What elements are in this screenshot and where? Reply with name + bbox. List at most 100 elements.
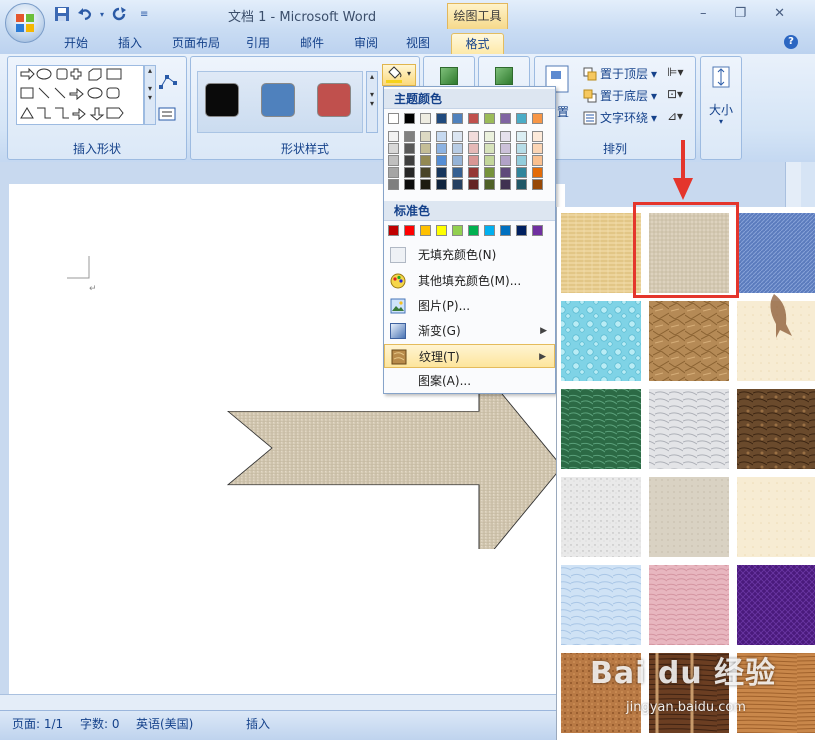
page-count[interactable]: 页面: 1/1	[12, 715, 63, 732]
theme-color-shade-swatch[interactable]	[516, 167, 527, 178]
theme-color-shade-swatch[interactable]	[388, 131, 399, 142]
theme-color-swatch[interactable]	[420, 113, 431, 124]
theme-color-shade-swatch[interactable]	[388, 155, 399, 166]
theme-color-shade-swatch[interactable]	[452, 131, 463, 142]
texture-water-droplets[interactable]	[561, 301, 641, 381]
theme-color-shade-swatch[interactable]	[468, 167, 479, 178]
texture-newsprint[interactable]	[649, 477, 729, 557]
tab-mailings[interactable]: 邮件	[292, 33, 332, 54]
theme-color-swatch[interactable]	[388, 113, 399, 124]
align-icon[interactable]: ⊫▾	[667, 65, 683, 79]
pattern-fill-item[interactable]: 图案(A)...	[384, 369, 555, 393]
standard-color-swatch[interactable]	[500, 225, 511, 236]
office-button[interactable]	[5, 3, 45, 43]
theme-color-shade-swatch[interactable]	[484, 131, 495, 142]
theme-color-swatch[interactable]	[500, 113, 511, 124]
shape-fill-button[interactable]: ▾	[382, 64, 416, 86]
bring-to-front-button[interactable]: 置于顶层 ▾	[583, 65, 657, 82]
theme-color-swatch[interactable]	[468, 113, 479, 124]
theme-color-shade-swatch[interactable]	[500, 179, 511, 190]
theme-color-shade-swatch[interactable]	[452, 155, 463, 166]
texture-pink-tissue[interactable]	[649, 565, 729, 645]
standard-color-swatch[interactable]	[388, 225, 399, 236]
customize-qat-icon[interactable]: ≡	[140, 9, 148, 20]
standard-color-swatch[interactable]	[452, 225, 463, 236]
tab-home[interactable]: 开始	[56, 33, 96, 54]
theme-color-shade-swatch[interactable]	[516, 179, 527, 190]
tab-view[interactable]: 视图	[398, 33, 438, 54]
theme-color-swatch[interactable]	[404, 113, 415, 124]
standard-color-swatch[interactable]	[532, 225, 543, 236]
theme-color-shade-swatch[interactable]	[388, 143, 399, 154]
group-icon[interactable]: ⊡▾	[667, 87, 683, 101]
save-icon[interactable]	[54, 6, 70, 22]
theme-color-shade-swatch[interactable]	[452, 179, 463, 190]
redo-icon[interactable]	[111, 6, 127, 22]
standard-color-swatch[interactable]	[484, 225, 495, 236]
theme-color-swatch[interactable]	[532, 113, 543, 124]
texture-brown-marble[interactable]	[737, 389, 815, 469]
text-wrapping-button[interactable]: 文字环绕 ▾	[583, 109, 657, 126]
texture-recycled-paper[interactable]	[737, 477, 815, 557]
text-box-icon[interactable]	[158, 107, 176, 121]
texture-purple-mesh[interactable]	[737, 565, 815, 645]
theme-color-shade-swatch[interactable]	[404, 131, 415, 142]
tab-review[interactable]: 审阅	[346, 33, 386, 54]
theme-color-shade-swatch[interactable]	[468, 179, 479, 190]
theme-color-shade-swatch[interactable]	[420, 143, 431, 154]
theme-color-shade-swatch[interactable]	[500, 167, 511, 178]
insert-mode[interactable]: 插入	[246, 715, 270, 732]
theme-color-shade-swatch[interactable]	[516, 143, 527, 154]
theme-color-shade-swatch[interactable]	[468, 155, 479, 166]
theme-color-shade-swatch[interactable]	[420, 155, 431, 166]
styles-scroll[interactable]: ▴ ▾ ▾	[366, 71, 378, 133]
horizontal-scrollbar[interactable]	[0, 694, 560, 710]
no-fill-item[interactable]: 无填充颜色(N)	[384, 243, 555, 267]
theme-color-shade-swatch[interactable]	[468, 131, 479, 142]
tab-format[interactable]: 格式	[451, 33, 504, 54]
theme-color-shade-swatch[interactable]	[436, 143, 447, 154]
theme-color-shade-swatch[interactable]	[484, 179, 495, 190]
standard-color-swatch[interactable]	[516, 225, 527, 236]
theme-color-shade-swatch[interactable]	[532, 131, 543, 142]
theme-color-shade-swatch[interactable]	[516, 155, 527, 166]
theme-color-shade-swatch[interactable]	[436, 179, 447, 190]
language-status[interactable]: 英语(美国)	[136, 715, 193, 732]
help-icon[interactable]: ?	[784, 35, 798, 49]
theme-color-shade-swatch[interactable]	[388, 179, 399, 190]
edit-shape-icon[interactable]	[158, 73, 180, 91]
fill-dropdown-icon[interactable]: ▾	[407, 69, 411, 78]
theme-color-shade-swatch[interactable]	[500, 131, 511, 142]
theme-color-shade-swatch[interactable]	[452, 167, 463, 178]
theme-color-shade-swatch[interactable]	[500, 143, 511, 154]
close-button[interactable]: ✕	[774, 6, 785, 21]
maximize-button[interactable]: ❐	[735, 6, 747, 21]
picture-fill-item[interactable]: 图片(P)...	[384, 294, 555, 318]
standard-color-swatch[interactable]	[468, 225, 479, 236]
theme-color-swatch[interactable]	[436, 113, 447, 124]
theme-color-swatch[interactable]	[516, 113, 527, 124]
standard-color-swatch[interactable]	[436, 225, 447, 236]
word-count[interactable]: 字数: 0	[80, 715, 120, 732]
more-fill-colors-item[interactable]: 其他填充颜色(M)...	[384, 269, 555, 293]
theme-color-shade-swatch[interactable]	[484, 167, 495, 178]
undo-icon[interactable]	[77, 6, 93, 22]
shapes-gallery[interactable]	[16, 65, 144, 125]
size-dropdown-icon[interactable]: ▾	[705, 117, 737, 126]
theme-color-shade-swatch[interactable]	[420, 179, 431, 190]
theme-color-shade-swatch[interactable]	[420, 131, 431, 142]
standard-color-swatch[interactable]	[404, 225, 415, 236]
texture-papyrus[interactable]	[561, 213, 641, 293]
theme-color-shade-swatch[interactable]	[532, 155, 543, 166]
theme-color-shade-swatch[interactable]	[516, 131, 527, 142]
theme-color-shade-swatch[interactable]	[436, 131, 447, 142]
theme-color-shade-swatch[interactable]	[420, 167, 431, 178]
theme-color-shade-swatch[interactable]	[388, 167, 399, 178]
theme-color-shade-swatch[interactable]	[404, 155, 415, 166]
style-swatch-black[interactable]	[205, 83, 239, 117]
style-swatch-red[interactable]	[317, 83, 351, 117]
tab-page-layout[interactable]: 页面布局	[164, 33, 228, 54]
standard-color-swatch[interactable]	[420, 225, 431, 236]
theme-color-shade-swatch[interactable]	[484, 155, 495, 166]
undo-dropdown-icon[interactable]: ▾	[100, 10, 104, 19]
